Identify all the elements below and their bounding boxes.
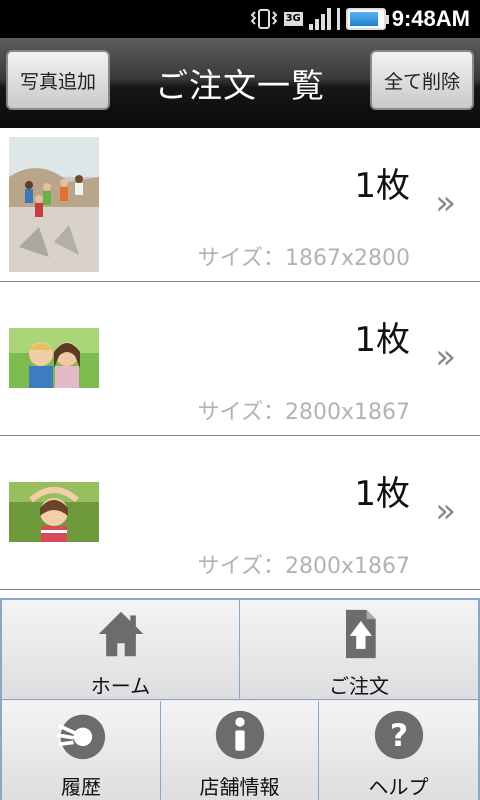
vibrate-icon xyxy=(250,9,277,29)
clock-time: 9:48AM xyxy=(391,6,470,31)
home-icon xyxy=(98,611,143,657)
bottom-menu: ホーム ご注文 履歴 店舗情報 ? ヘルプ xyxy=(0,598,480,800)
help-icon: ? xyxy=(374,710,423,760)
menu-row-top: ホーム ご注文 xyxy=(2,600,478,700)
signal-icon xyxy=(308,8,331,30)
menu-home[interactable]: ホーム xyxy=(2,600,240,700)
order-item[interactable]: 1枚 サイズ：2800x1867 » xyxy=(0,436,480,590)
menu-label: ご注文 xyxy=(329,674,389,698)
chevron-right-icon: » xyxy=(435,183,456,223)
order-count: 1枚 xyxy=(354,166,410,206)
girl-photo xyxy=(9,482,99,542)
status-bar: 3G 9:48AM xyxy=(0,0,480,38)
3g-icon: 3G xyxy=(283,12,303,26)
order-count: 1枚 xyxy=(354,320,410,360)
order-size: サイズ：2800x1867 xyxy=(197,400,410,425)
menu-order[interactable]: ご注文 xyxy=(240,600,478,700)
menu-label: ホーム xyxy=(90,674,151,698)
divider xyxy=(336,8,340,30)
chevron-right-icon: » xyxy=(435,491,456,531)
order-size: サイズ：1867x2800 xyxy=(197,246,410,271)
menu-history[interactable]: 履歴 xyxy=(2,701,161,800)
order-item[interactable]: 1枚 サイズ：1867x2800 » xyxy=(0,128,480,282)
menu-store-info[interactable]: 店舗情報 xyxy=(161,701,319,800)
menu-label: ヘルプ xyxy=(368,775,429,799)
chevron-right-icon: » xyxy=(435,337,456,377)
order-upload-icon xyxy=(346,609,376,659)
order-list: 1枚 サイズ：1867x2800 » 1枚 サイズ：2800x1867 » 1枚… xyxy=(0,128,480,590)
svg-text:?: ? xyxy=(389,718,407,754)
beach-kids-photo xyxy=(9,137,99,272)
history-icon xyxy=(56,714,106,760)
order-size: サイズ：2800x1867 xyxy=(197,554,410,579)
order-count: 1枚 xyxy=(354,474,410,514)
delete-all-button[interactable]: 全て削除 xyxy=(370,50,474,110)
menu-label: 店舗情報 xyxy=(199,775,280,799)
app-header: 写真追加 ご注文一覧 全て削除 xyxy=(0,38,480,128)
two-children-photo xyxy=(9,328,99,388)
info-icon xyxy=(215,710,264,760)
status-icons: 3G 9:48AM xyxy=(250,4,470,34)
page-title: ご注文一覧 xyxy=(155,66,325,105)
menu-help[interactable]: ? ヘルプ xyxy=(319,701,478,800)
menu-row-bottom: 履歴 店舗情報 ? ヘルプ xyxy=(2,701,478,800)
order-item[interactable]: 1枚 サイズ：2800x1867 » xyxy=(0,282,480,436)
menu-label: 履歴 xyxy=(61,775,101,799)
add-photo-button[interactable]: 写真追加 xyxy=(6,50,110,110)
battery-icon xyxy=(345,8,389,30)
